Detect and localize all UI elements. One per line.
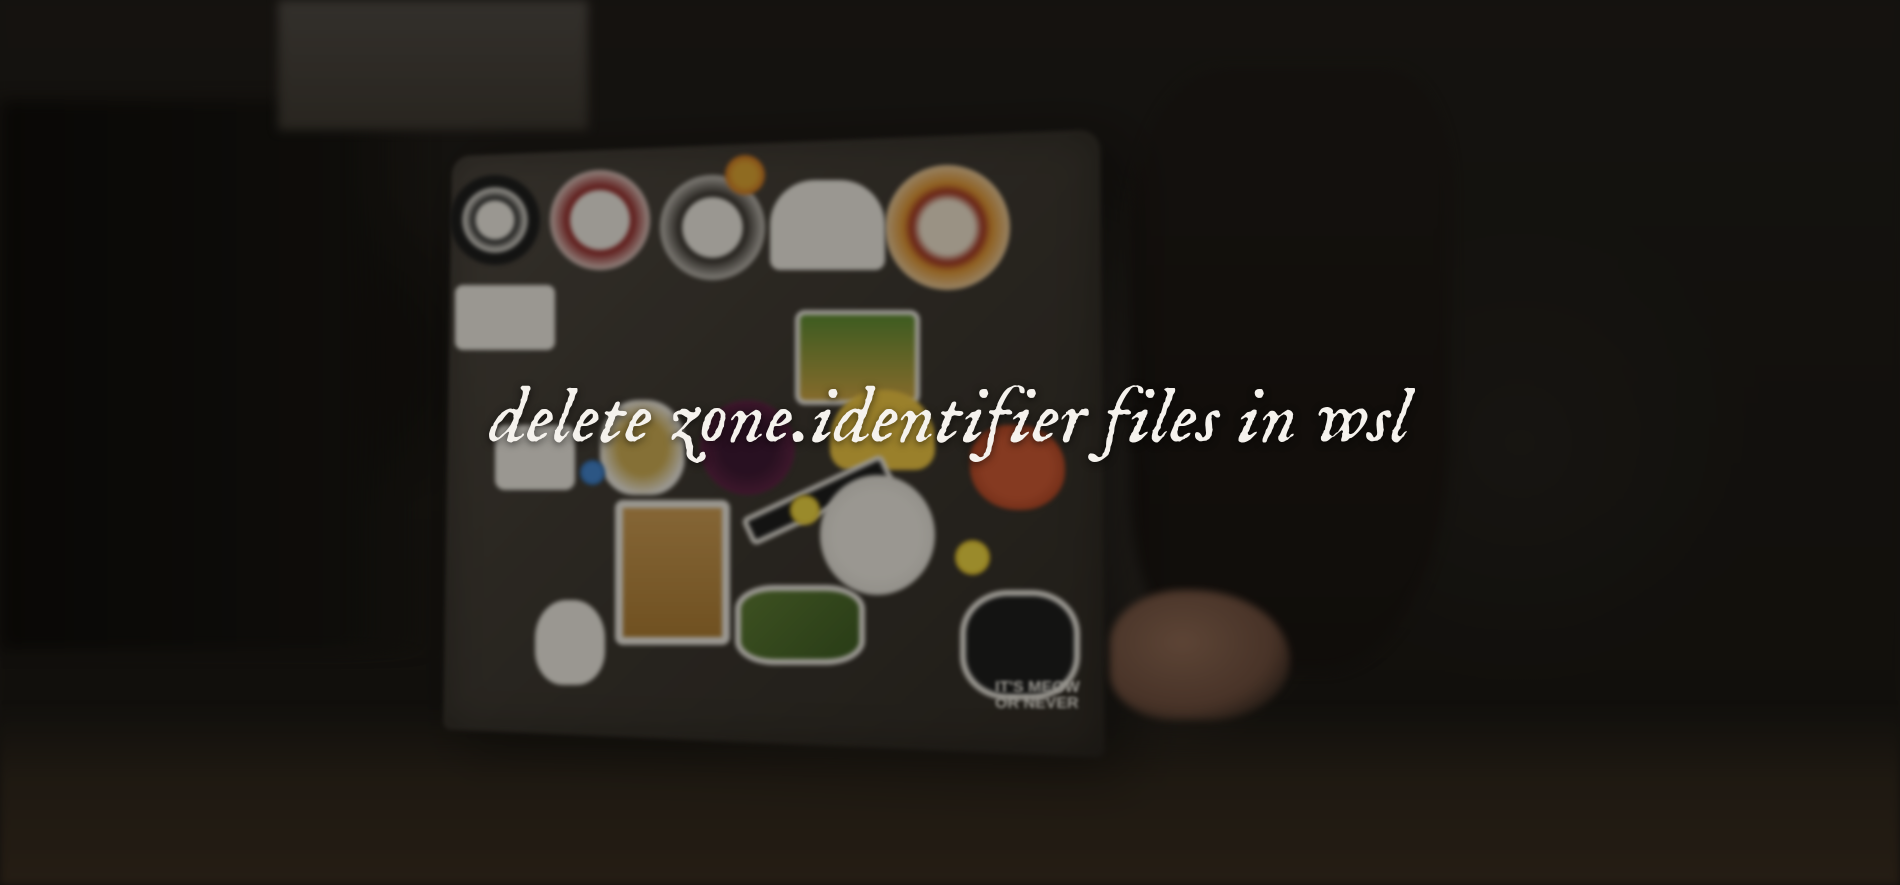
page-title: delete zone.identifier files in wsl bbox=[0, 371, 1900, 470]
